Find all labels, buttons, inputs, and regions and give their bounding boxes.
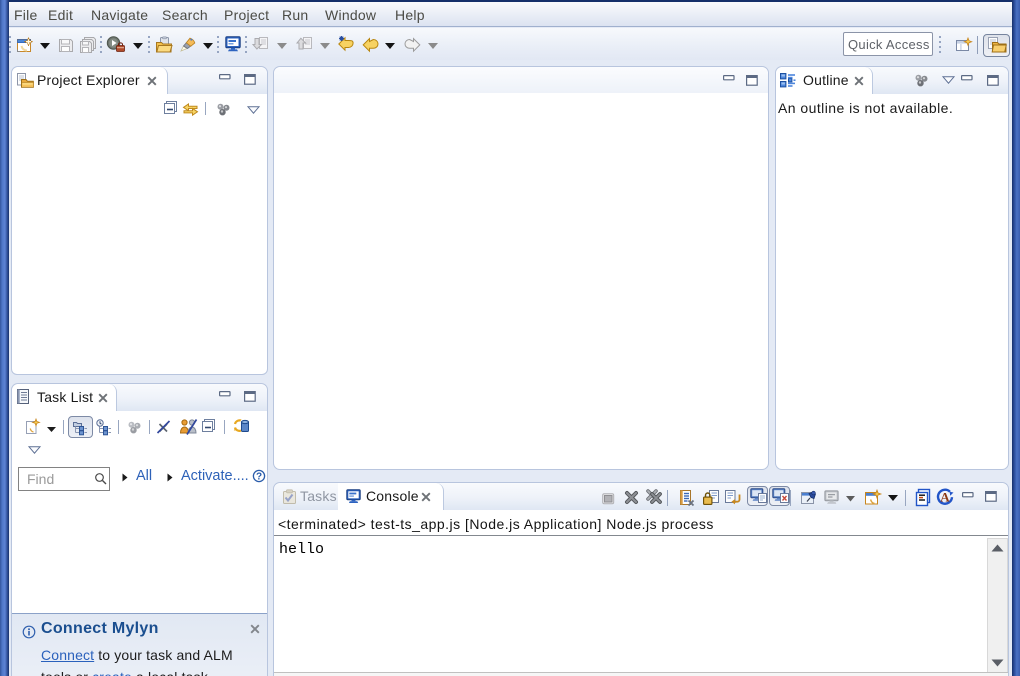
svg-text:?: ? bbox=[256, 472, 262, 483]
svg-text:A: A bbox=[940, 490, 950, 505]
